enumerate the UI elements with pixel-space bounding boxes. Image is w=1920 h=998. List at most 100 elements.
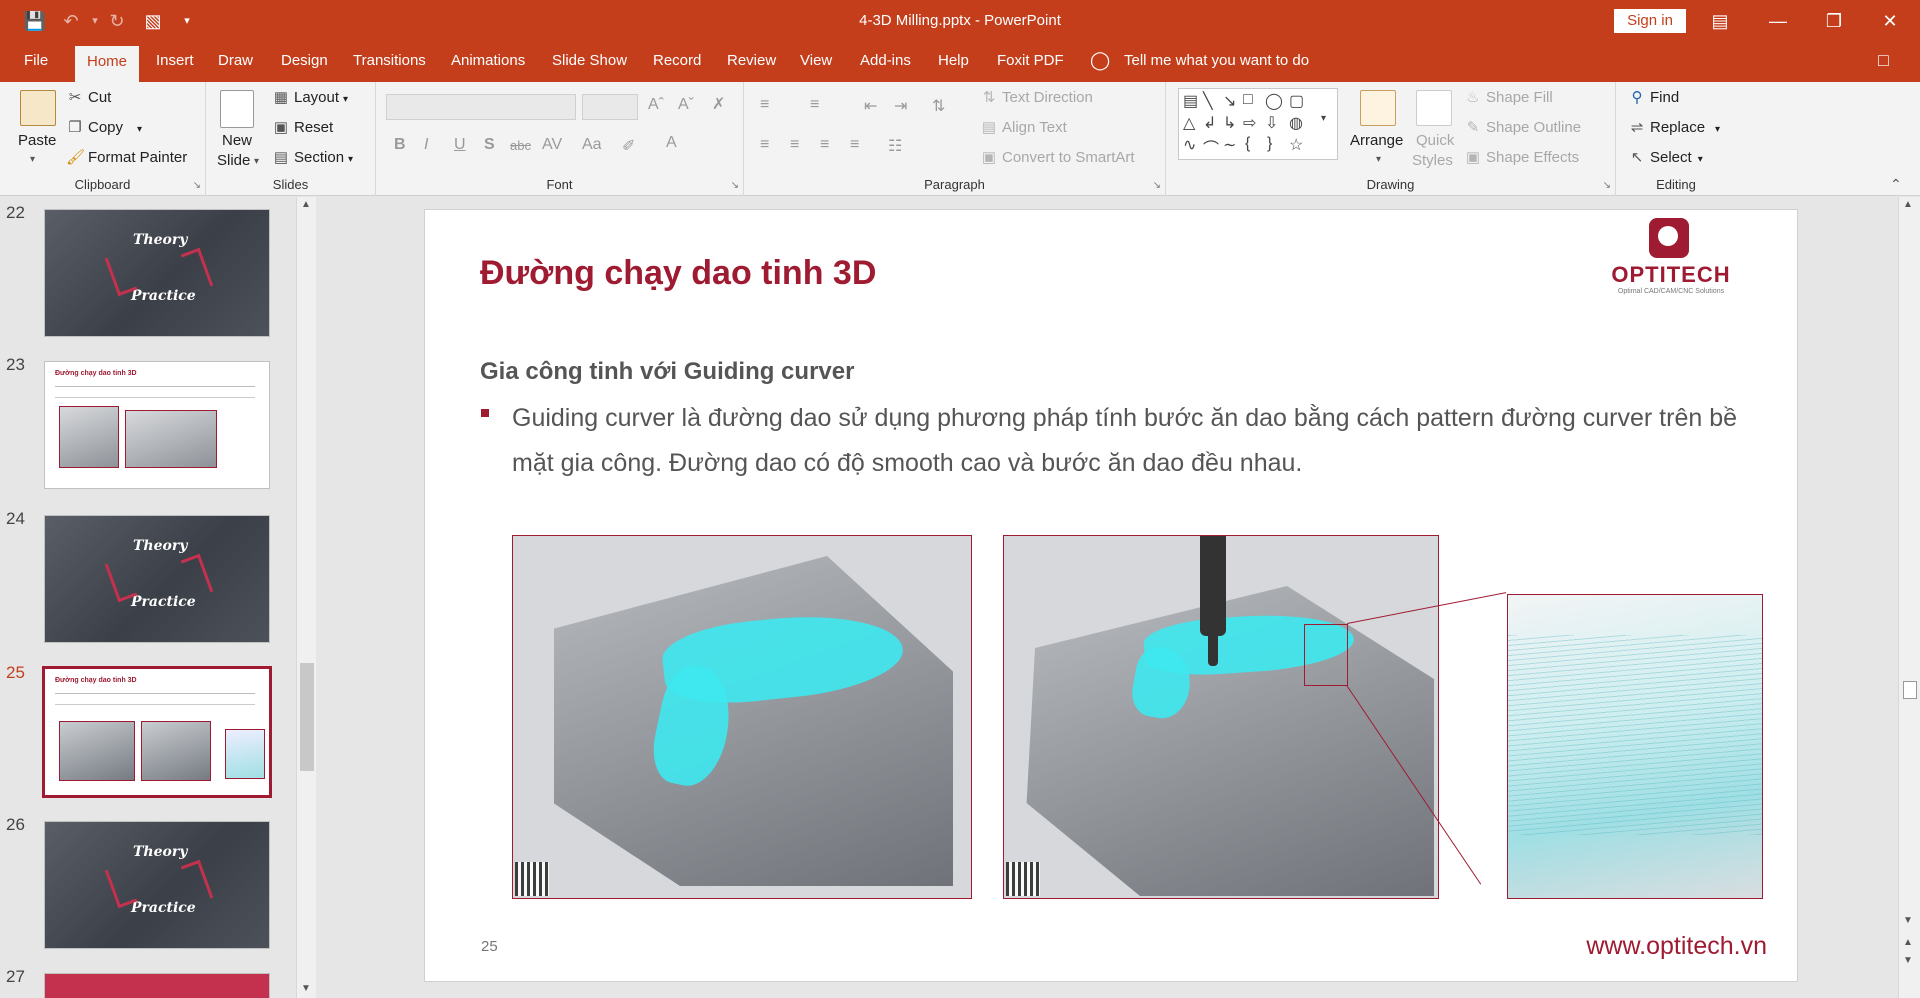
slide-thumbnail-23[interactable]: Đường chạy dao tinh 3D: [44, 361, 270, 489]
reset-button[interactable]: ▣ Reset: [272, 118, 333, 136]
paste-button[interactable]: Paste: [18, 132, 56, 149]
slide-thumbnail-25[interactable]: Đường chạy dao tinh 3D: [42, 666, 272, 798]
toolpath-image-1[interactable]: [512, 535, 972, 899]
text-direction-button[interactable]: ⇅ Text Direction: [980, 88, 1093, 106]
decrease-font-icon[interactable]: Aˇ: [678, 96, 694, 114]
next-slide-icon[interactable]: ▼: [1903, 955, 1913, 966]
slide-bullet-text[interactable]: Guiding curver là đường dao sử dụng phươ…: [512, 396, 1762, 486]
highlight-icon[interactable]: ✐: [622, 136, 635, 156]
align-center-icon[interactable]: ≡: [790, 136, 799, 154]
increase-font-icon[interactable]: Aˆ: [648, 96, 664, 114]
previous-slide-icon[interactable]: ▲: [1903, 937, 1913, 948]
font-size-combo[interactable]: [582, 94, 638, 120]
rectangle-shape-icon[interactable]: □: [1243, 91, 1253, 109]
change-case-button[interactable]: Aa: [582, 136, 602, 154]
copy-dropdown-icon[interactable]: ▾: [137, 124, 142, 135]
quick-styles-button[interactable]: Quick: [1416, 132, 1454, 149]
shape-outline-button[interactable]: ✎ Shape Outline: [1464, 118, 1581, 136]
slide-thumbnail-26[interactable]: Theory Practice: [44, 821, 270, 949]
justify-icon[interactable]: ≡: [850, 136, 859, 154]
shapes-gallery[interactable]: ▤ ╲ ↘ □ ◯ ▢ △ ↲ ↳ ⇨ ⇩ ◍ ∿ ⌒ ∼ { } ☆ ▾: [1178, 88, 1338, 160]
clear-formatting-icon[interactable]: ✗: [712, 94, 725, 114]
columns-icon[interactable]: ☷: [888, 136, 902, 156]
tab-transitions[interactable]: Transitions: [353, 52, 426, 69]
section-button[interactable]: ▤ Section ▾: [272, 148, 353, 166]
tab-record[interactable]: Record: [653, 52, 701, 69]
rounded-rect-shape-icon[interactable]: ▢: [1289, 91, 1304, 111]
find-button[interactable]: ⚲ Find: [1628, 88, 1680, 106]
scroll-down-icon[interactable]: ▼: [301, 983, 311, 994]
align-left-icon[interactable]: ≡: [760, 136, 769, 154]
tell-me-search[interactable]: Tell me what you want to do: [1124, 52, 1309, 69]
left-brace-shape-icon[interactable]: {: [1245, 135, 1250, 153]
curve-shape-icon[interactable]: ∿: [1183, 135, 1196, 155]
align-right-icon[interactable]: ≡: [820, 136, 829, 154]
new-slide-button[interactable]: New: [222, 132, 252, 149]
shape-effects-button[interactable]: ▣ Shape Effects: [1464, 148, 1579, 166]
toolpath-zoom-image[interactable]: [1507, 594, 1763, 899]
paste-icon[interactable]: [20, 90, 56, 126]
tab-animations[interactable]: Animations: [451, 52, 525, 69]
convert-smartart-button[interactable]: ▣ Convert to SmartArt: [980, 148, 1135, 166]
slide-thumbnail-27[interactable]: [44, 973, 270, 998]
tab-foxit-pdf[interactable]: Foxit PDF: [997, 52, 1064, 69]
increase-indent-icon[interactable]: ⇥: [894, 96, 907, 116]
slide-thumbnail-24[interactable]: Theory Practice: [44, 515, 270, 643]
scroll-down-icon[interactable]: ▼: [1903, 915, 1913, 926]
bullets-icon[interactable]: ≡: [760, 96, 769, 114]
bold-button[interactable]: B: [394, 136, 406, 154]
tab-view[interactable]: View: [800, 52, 832, 69]
strikethrough-button[interactable]: abc: [510, 138, 531, 153]
triangle-shape-icon[interactable]: △: [1183, 113, 1195, 133]
drawing-launcher-icon[interactable]: ↘: [1603, 180, 1611, 191]
slide-website[interactable]: www.optitech.vn: [1586, 932, 1767, 961]
tab-help[interactable]: Help: [938, 52, 969, 69]
slide-scrollbar[interactable]: ▲ ▼ ▲ ▼: [1898, 197, 1920, 998]
cut-button[interactable]: ✂ Cut: [66, 88, 112, 106]
star-shape-icon[interactable]: ☆: [1289, 135, 1303, 155]
tab-slide-show[interactable]: Slide Show: [552, 52, 627, 69]
sign-in-button[interactable]: Sign in: [1614, 9, 1686, 33]
toolpath-image-2[interactable]: [1003, 535, 1439, 899]
tab-draw[interactable]: Draw: [218, 52, 253, 69]
ribbon-display-options-icon[interactable]: ▤: [1700, 6, 1740, 36]
slide-title[interactable]: Đường chạy dao tinh 3D: [480, 254, 876, 293]
minimize-icon[interactable]: —: [1758, 6, 1798, 36]
slide-thumbnail-22[interactable]: Theory Practice: [44, 209, 270, 337]
underline-button[interactable]: U: [454, 136, 466, 154]
tab-design[interactable]: Design: [281, 52, 328, 69]
thumbnail-scroll-thumb[interactable]: [300, 663, 314, 771]
connector-shape-icon[interactable]: ↲: [1203, 113, 1216, 133]
scribble-shape-icon[interactable]: ∼: [1223, 135, 1236, 155]
close-icon[interactable]: ✕: [1870, 6, 1910, 36]
shadow-button[interactable]: S: [484, 136, 495, 154]
elbow-shape-icon[interactable]: ↳: [1223, 113, 1236, 133]
arrow-line-shape-icon[interactable]: ↘: [1223, 91, 1236, 111]
oval-shape-icon[interactable]: ◯: [1265, 91, 1283, 111]
decrease-indent-icon[interactable]: ⇤: [864, 96, 877, 116]
right-brace-shape-icon[interactable]: }: [1267, 135, 1272, 153]
select-button[interactable]: ↖ Select ▾: [1628, 148, 1703, 166]
collapse-ribbon-icon[interactable]: ⌃: [1890, 176, 1902, 193]
tab-file[interactable]: File: [24, 52, 48, 69]
numbering-icon[interactable]: ≡: [810, 96, 819, 114]
new-slide-dropdown-icon[interactable]: ▾: [254, 156, 259, 167]
scroll-up-icon[interactable]: ▲: [301, 199, 311, 210]
tab-review[interactable]: Review: [727, 52, 776, 69]
font-launcher-icon[interactable]: ↘: [731, 180, 739, 191]
right-arrow-shape-icon[interactable]: ⇨: [1243, 113, 1256, 133]
tab-insert[interactable]: Insert: [156, 52, 194, 69]
slide-scroll-thumb[interactable]: [1903, 681, 1917, 699]
shapes-more-icon[interactable]: ▾: [1321, 113, 1326, 124]
new-slide-icon[interactable]: [220, 90, 254, 128]
arrange-icon[interactable]: [1360, 90, 1396, 126]
arrange-button[interactable]: Arrange: [1350, 132, 1403, 149]
slide-subheading[interactable]: Gia công tinh với Guiding curver: [480, 358, 854, 386]
restore-icon[interactable]: ❐: [1814, 6, 1854, 36]
clipboard-launcher-icon[interactable]: ↘: [193, 180, 201, 191]
comments-icon[interactable]: □: [1878, 50, 1889, 71]
align-text-button[interactable]: ▤ Align Text: [980, 118, 1067, 136]
line-spacing-icon[interactable]: ⇅: [932, 96, 945, 116]
shape-fill-button[interactable]: ♨ Shape Fill: [1464, 88, 1552, 106]
tab-home[interactable]: Home: [75, 46, 140, 82]
